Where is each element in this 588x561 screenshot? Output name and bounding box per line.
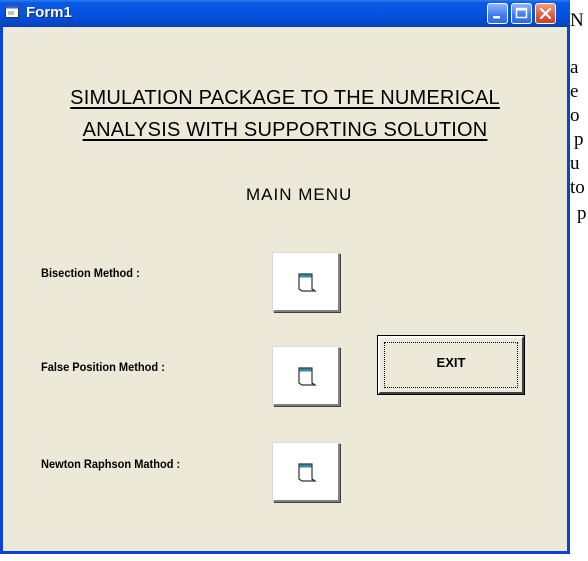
false-position-method-label: False Position Method :	[41, 360, 165, 374]
maximize-icon	[515, 7, 528, 19]
maximize-button[interactable]	[511, 3, 532, 24]
main-menu-title: MAIN MENU	[246, 185, 353, 204]
window-icon	[298, 367, 317, 386]
window-icon	[298, 463, 317, 482]
background-text-1: N	[570, 10, 584, 31]
title-bar[interactable]: Form1	[0, 0, 570, 27]
bisection-method-button[interactable]	[273, 253, 340, 312]
background-text-6: u	[570, 153, 580, 174]
background-text-5: p	[574, 129, 584, 150]
background-text-3: e	[570, 81, 579, 102]
close-icon	[539, 7, 552, 20]
exit-button-label: EXIT	[436, 355, 466, 370]
heading-line-2: ANALYSIS WITH SUPPORTING SOLUTION	[82, 119, 488, 141]
background-text-7: to	[570, 177, 585, 198]
close-button[interactable]	[535, 3, 556, 24]
form-icon[interactable]	[5, 5, 19, 18]
form-client-area: SIMULATION PACKAGE TO THE NUMERICAL ANAL…	[3, 27, 567, 551]
minimize-button[interactable]	[487, 3, 508, 24]
exit-button[interactable]: EXIT	[378, 336, 524, 394]
window-icon	[298, 273, 317, 292]
background-text-8: p	[577, 203, 587, 224]
newton-raphson-method-label: Newton Raphson Mathod :	[41, 457, 181, 471]
minimize-icon	[493, 16, 500, 19]
window-title: Form1	[26, 4, 72, 21]
background-text-2: a	[570, 57, 579, 78]
heading-line-1: SIMULATION PACKAGE TO THE NUMERICAL	[70, 87, 500, 109]
newton-raphson-method-button[interactable]	[273, 443, 340, 502]
form-window: Form1 SIMULATION PACKAGE TO THE NUMERICA…	[0, 0, 570, 554]
bisection-method-label: Bisection Method :	[41, 266, 140, 280]
false-position-method-button[interactable]	[273, 347, 340, 406]
background-text-4: o	[570, 105, 580, 126]
